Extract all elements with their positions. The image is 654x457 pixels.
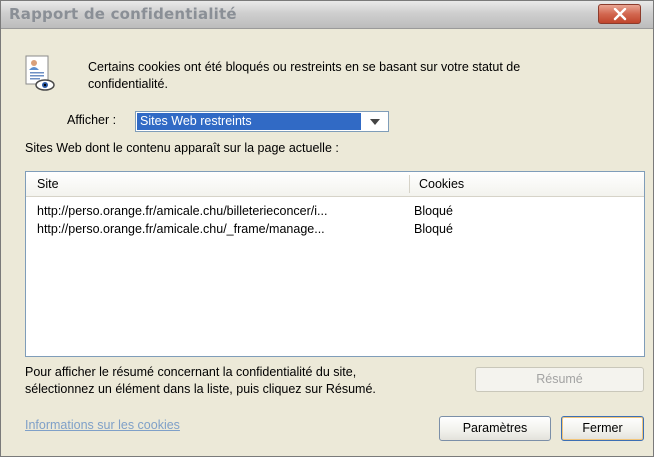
row-cookies: Bloqué	[414, 204, 453, 218]
close-icon	[613, 8, 627, 21]
settings-button[interactable]: Paramètres	[439, 416, 551, 441]
cookie-info-link[interactable]: Informations sur les cookies	[25, 418, 180, 432]
list-header: Site Cookies	[26, 172, 644, 197]
row-site: http://perso.orange.fr/amicale.chu/bille…	[37, 204, 328, 218]
filter-selected-value: Sites Web restreints	[137, 113, 361, 130]
row-site: http://perso.orange.fr/amicale.chu/_fram…	[37, 222, 325, 236]
column-header-site[interactable]: Site	[37, 177, 59, 191]
summary-button[interactable]: Résumé	[475, 367, 644, 392]
message-line-1: Certains cookies ont été bloqués ou rest…	[88, 60, 521, 74]
table-row[interactable]: http://perso.orange.fr/amicale.chu/bille…	[26, 202, 644, 220]
filter-label: Afficher :	[67, 113, 117, 127]
privacy-report-icon	[22, 53, 58, 93]
sites-list[interactable]: Site Cookies http://perso.orange.fr/amic…	[25, 171, 645, 357]
window-title: Rapport de confidentialité	[9, 5, 237, 23]
message-line-2: confidentialité.	[88, 77, 168, 91]
sites-caption: Sites Web dont le contenu apparaît sur l…	[25, 141, 339, 155]
row-cookies: Bloqué	[414, 222, 453, 236]
table-row[interactable]: http://perso.orange.fr/amicale.chu/_fram…	[26, 220, 644, 238]
chevron-down-icon	[370, 119, 380, 125]
filter-dropdown[interactable]: Sites Web restreints	[135, 111, 389, 132]
close-button[interactable]: Fermer	[561, 416, 644, 441]
close-window-button[interactable]	[598, 4, 641, 24]
summary-hint-line-1: Pour afficher le résumé concernant la co…	[25, 365, 357, 379]
privacy-report-dialog: Rapport de confidentialité Certains cook…	[0, 0, 654, 457]
summary-hint-line-2: sélectionnez un élément dans la liste, p…	[25, 382, 376, 396]
dropdown-button[interactable]	[362, 113, 387, 130]
title-bar[interactable]: Rapport de confidentialité	[1, 1, 653, 29]
column-header-cookies[interactable]: Cookies	[419, 177, 464, 191]
column-divider[interactable]	[409, 175, 410, 193]
